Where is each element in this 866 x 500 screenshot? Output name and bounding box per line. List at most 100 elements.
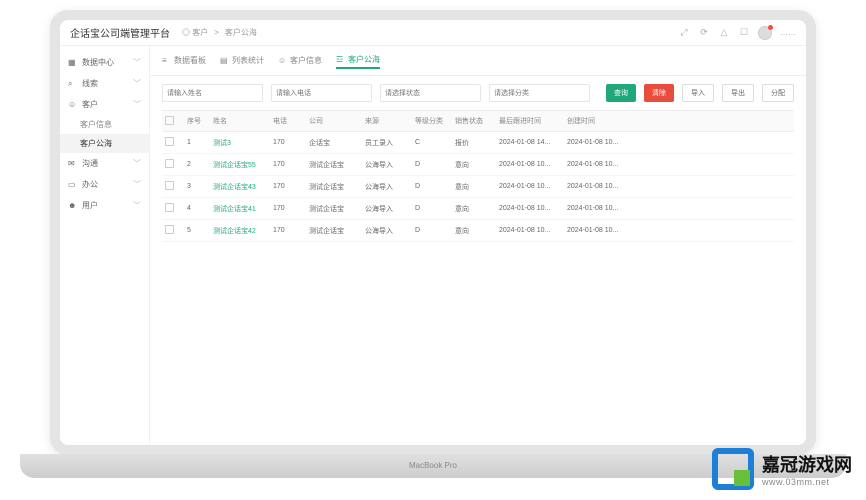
sidebar-label: 沟通 — [82, 158, 133, 169]
col-name: 姓名 — [210, 116, 270, 126]
col-follow: 最后跟进时间 — [496, 116, 564, 126]
cell-phone: 170 — [270, 205, 306, 212]
cell-source: 员工录入 — [362, 138, 412, 148]
sidebar-label: 用户 — [82, 200, 133, 211]
row-checkbox[interactable] — [165, 181, 174, 190]
name-input[interactable] — [162, 84, 263, 102]
reset-button[interactable]: 清除 — [644, 84, 674, 102]
app-header: 企话宝公司端管理平台 ◎ 客户 > 客户公海 ⤢ ⟳ △ ☐ …… — [60, 20, 806, 46]
cell-follow: 2024-01-08 10... — [496, 205, 564, 212]
col-phone: 电话 — [270, 116, 306, 126]
category-select[interactable] — [489, 84, 590, 102]
assign-button[interactable]: 分配 — [762, 84, 794, 102]
chat-icon: ✉ — [68, 159, 78, 169]
refresh-icon[interactable]: ⟳ — [698, 27, 710, 39]
sidebar-item-users[interactable]: ☻ 用户 ﹀ — [60, 195, 149, 216]
col-source: 来源 — [362, 116, 412, 126]
breadcrumb-separator: > — [214, 28, 219, 37]
import-button[interactable]: 导入 — [682, 84, 714, 102]
col-company: 公司 — [306, 116, 362, 126]
logo-text: 企话宝公司端管理平台 — [70, 25, 170, 40]
tab-stats[interactable]: ▤列表统计 — [220, 52, 264, 69]
sidebar-item-customer[interactable]: ☺ 客户 ﹀ — [60, 94, 149, 115]
phone-input[interactable] — [271, 84, 372, 102]
status-select[interactable] — [380, 84, 481, 102]
row-checkbox[interactable] — [165, 137, 174, 146]
cell-create: 2024-01-08 10... — [564, 161, 622, 168]
search-icon: ⌕ — [68, 79, 78, 89]
cell-create: 2024-01-08 10... — [564, 205, 622, 212]
fullscreen-icon[interactable]: ⤢ — [678, 27, 690, 39]
cell-source: 公海导入 — [362, 204, 412, 214]
sidebar-label: 数据中心 — [82, 57, 133, 68]
breadcrumb-home[interactable]: ◎ 客户 — [182, 27, 208, 38]
cell-name[interactable]: 测试企话宝55 — [210, 160, 270, 170]
cell-company: 企话宝 — [306, 138, 362, 148]
sidebar-sub-customer-info[interactable]: 客户信息 — [60, 115, 149, 134]
table-row[interactable]: 3测试企话宝43170测试企话宝公海导入D意向2024-01-08 10...2… — [162, 176, 794, 198]
cell-status: 报价 — [452, 138, 496, 148]
cell-phone: 170 — [270, 227, 306, 234]
watermark-url: www.03mm.net — [762, 477, 852, 487]
cell-company: 测试企话宝 — [306, 182, 362, 192]
table-row[interactable]: 2测试企话宝55170测试企话宝公海导入D意向2024-01-08 10...2… — [162, 154, 794, 176]
row-checkbox[interactable] — [165, 159, 174, 168]
chevron-down-icon: ﹀ — [133, 200, 141, 211]
tab-customer-pool[interactable]: ☲客户公海 — [336, 52, 380, 69]
cell-company: 测试企话宝 — [306, 204, 362, 214]
tab-label: 客户公海 — [348, 54, 380, 65]
table-row[interactable]: 1测试3170企话宝员工录入C报价2024-01-08 14...2024-01… — [162, 132, 794, 154]
cell-name[interactable]: 测试企话宝41 — [210, 204, 270, 214]
pool-icon: ☲ — [336, 55, 345, 64]
cell-status: 意向 — [452, 182, 496, 192]
sidebar-item-comm[interactable]: ✉ 沟通 ﹀ — [60, 153, 149, 174]
sidebar-item-office[interactable]: ▭ 办公 ﹀ — [60, 174, 149, 195]
chart-icon: ▤ — [220, 56, 229, 65]
col-create: 创建时间 — [564, 116, 622, 126]
tab-label: 列表统计 — [232, 55, 264, 66]
cell-name[interactable]: 测试企话宝43 — [210, 182, 270, 192]
table-row[interactable]: 5测试企话宝42170测试企话宝公海导入D意向2024-01-08 10...2… — [162, 220, 794, 242]
row-checkbox[interactable] — [165, 225, 174, 234]
sidebar-item-data[interactable]: ▦ 数据中心 ﹀ — [60, 52, 149, 73]
cell-phone: 170 — [270, 139, 306, 146]
tab-label: 数据看板 — [174, 55, 206, 66]
cell-index: 3 — [184, 183, 210, 190]
cell-source: 公海导入 — [362, 182, 412, 192]
notification-icon[interactable]: ☐ — [738, 27, 750, 39]
cell-create: 2024-01-08 10... — [564, 139, 622, 146]
cell-status: 意向 — [452, 160, 496, 170]
breadcrumb: ◎ 客户 > 客户公海 — [182, 27, 257, 38]
user-avatar[interactable] — [758, 26, 772, 40]
sidebar-label: 客户 — [82, 99, 133, 110]
filter-bar: 查询 清除 导入 导出 分配 — [150, 76, 806, 110]
tab-dashboard[interactable]: ≡数据看板 — [162, 52, 206, 69]
cell-create: 2024-01-08 10... — [564, 183, 622, 190]
briefcase-icon: ▭ — [68, 180, 78, 190]
sidebar-label: 线索 — [82, 78, 133, 89]
export-button[interactable]: 导出 — [722, 84, 754, 102]
username[interactable]: …… — [780, 28, 796, 37]
cell-index: 4 — [184, 205, 210, 212]
table-row[interactable]: 4测试企话宝41170测试企话宝公海导入D意向2024-01-08 10...2… — [162, 198, 794, 220]
chevron-down-icon: ﹀ — [133, 78, 141, 89]
cell-name[interactable]: 测试企话宝42 — [210, 226, 270, 236]
cell-phone: 170 — [270, 161, 306, 168]
select-all-checkbox[interactable] — [165, 116, 174, 125]
watermark: 嘉冠游戏网 www.03mm.net — [698, 438, 866, 500]
search-button[interactable]: 查询 — [606, 84, 636, 102]
cell-name[interactable]: 测试3 — [210, 138, 270, 148]
cell-company: 测试企话宝 — [306, 226, 362, 236]
col-level: 等级分类 — [412, 116, 452, 126]
row-checkbox[interactable] — [165, 203, 174, 212]
cell-index: 2 — [184, 161, 210, 168]
tab-customer-info[interactable]: ☺客户信息 — [278, 52, 322, 69]
cell-create: 2024-01-08 10... — [564, 227, 622, 234]
sidebar-item-leads[interactable]: ⌕ 线索 ﹀ — [60, 73, 149, 94]
customer-table: 序号 姓名 电话 公司 来源 等级分类 销售状态 最后跟进时间 创建时间 1测试… — [150, 110, 806, 445]
sidebar-sub-customer-pool[interactable]: 客户公海 — [60, 134, 149, 153]
cell-level: D — [412, 205, 452, 212]
sidebar-label: 办公 — [82, 179, 133, 190]
lock-icon[interactable]: △ — [718, 27, 730, 39]
col-index: 序号 — [184, 116, 210, 126]
